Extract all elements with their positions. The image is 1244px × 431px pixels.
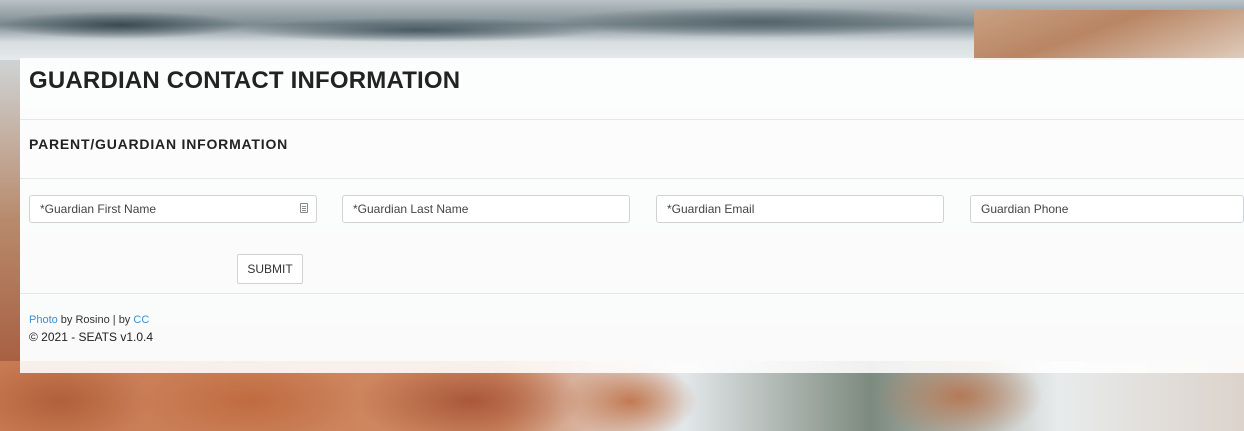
copyright: © 2021 - SEATS v1.0.4 [29,330,154,344]
photo-credit: Photo by Rosino | by CC [29,313,153,328]
background-left-rocks [0,60,20,380]
submit-button[interactable]: SUBMIT [237,254,303,284]
content-panel: GUARDIAN CONTACT INFORMATION PARENT/GUAR… [20,58,1244,373]
section-title: PARENT/GUARDIAN INFORMATION [29,136,289,152]
footer: Photo by Rosino | by CC © 2021 - SEATS v… [29,313,153,345]
divider [20,293,1244,294]
guardian-email-input[interactable] [656,195,944,223]
autofill-contact-icon[interactable] [300,203,308,213]
photo-credit-text: by Rosino | by [57,314,134,326]
first-name-field-wrapper [29,195,317,223]
photo-link[interactable]: Photo [29,314,58,326]
divider [20,178,1244,179]
guardian-last-name-input[interactable] [342,195,630,223]
page-title: GUARDIAN CONTACT INFORMATION [29,67,461,94]
guardian-first-name-input[interactable] [29,195,317,223]
guardian-phone-input[interactable] [970,195,1244,223]
license-link[interactable]: CC [133,314,149,326]
divider [20,119,1244,120]
